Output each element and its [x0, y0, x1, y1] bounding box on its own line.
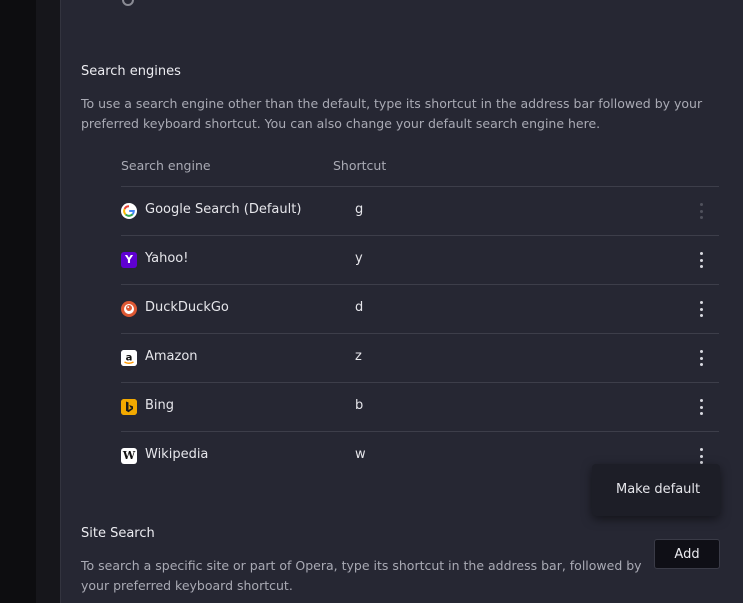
- search-engines-table: Search engine Shortcut Google Search (De…: [121, 152, 719, 480]
- search-engines-description: To use a search engine other than the de…: [81, 96, 703, 131]
- table-row-yahoo: Y Yahoo! y: [121, 236, 719, 285]
- engine-name: Wikipedia: [145, 447, 209, 462]
- google-icon: [121, 203, 137, 219]
- sidebar-gap: [36, 0, 60, 603]
- engine-name: Yahoo!: [145, 251, 189, 266]
- site-search-title: Site Search: [81, 526, 155, 541]
- more-options-icon[interactable]: [693, 250, 709, 270]
- table-row-bing: Bing b: [121, 383, 719, 432]
- svg-text:a: a: [126, 353, 133, 364]
- table-row-amazon: a Amazon z: [121, 334, 719, 383]
- engine-name: Google Search (Default): [145, 202, 302, 217]
- engine-name: Amazon: [145, 349, 198, 364]
- engine-shortcut: b: [355, 398, 364, 413]
- more-options-icon[interactable]: [693, 348, 709, 368]
- column-header-shortcut: Shortcut: [333, 158, 387, 173]
- engine-name: Bing: [145, 398, 175, 413]
- more-options-icon[interactable]: [693, 446, 709, 466]
- bing-icon: [121, 399, 137, 415]
- table-row-duckduckgo: DuckDuckGo d: [121, 285, 719, 334]
- site-search-description: To search a specific site or part of Ope…: [81, 558, 642, 593]
- engine-shortcut: w: [355, 447, 366, 462]
- engine-shortcut: d: [355, 300, 364, 315]
- duckduckgo-icon: [121, 301, 137, 317]
- more-options-icon[interactable]: [693, 397, 709, 417]
- amazon-icon: a: [121, 350, 137, 366]
- engine-shortcut: y: [355, 251, 363, 266]
- table-header: Search engine Shortcut: [121, 152, 719, 187]
- make-default-menu-item[interactable]: Make default: [616, 482, 700, 497]
- left-edge: [0, 0, 36, 603]
- context-menu: Make default: [592, 464, 720, 516]
- engine-shortcut: g: [355, 202, 364, 217]
- more-options-icon: [693, 201, 709, 221]
- wikipedia-icon: W: [121, 448, 137, 464]
- more-options-icon[interactable]: [693, 299, 709, 319]
- add-button[interactable]: Add: [654, 539, 720, 569]
- settings-panel: Search engines To use a search engine ot…: [60, 0, 743, 603]
- search-engines-title: Search engines: [81, 64, 181, 79]
- yahoo-icon: Y: [121, 252, 137, 268]
- table-row-google: Google Search (Default) g: [121, 187, 719, 236]
- engine-name: DuckDuckGo: [145, 300, 229, 315]
- column-header-engine: Search engine: [121, 158, 211, 173]
- engine-shortcut: z: [355, 349, 362, 364]
